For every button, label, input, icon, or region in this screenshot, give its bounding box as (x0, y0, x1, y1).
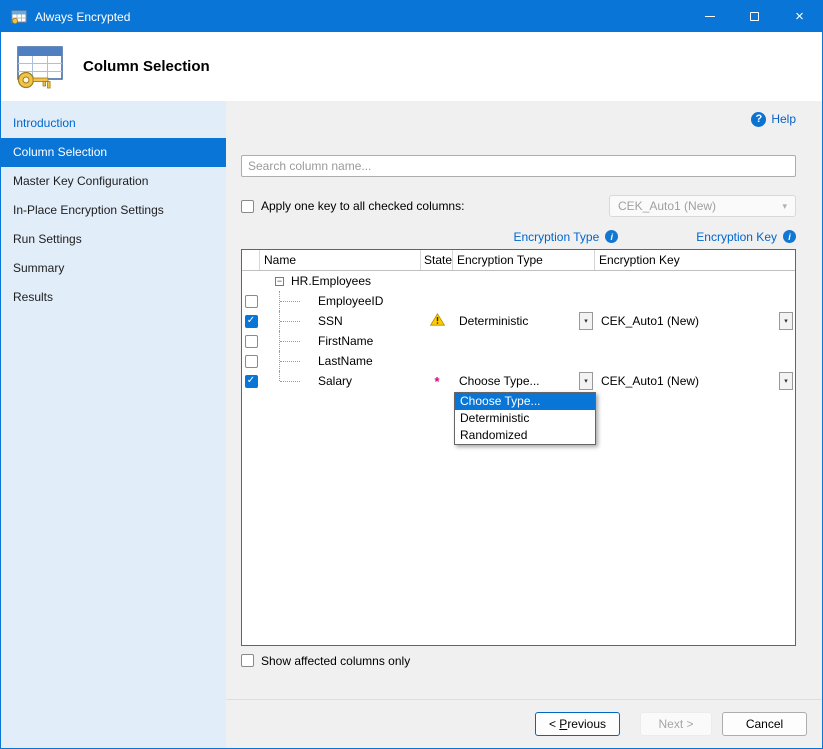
sidebar-item-summary[interactable]: Summary (1, 254, 226, 283)
titlebar: Always Encrypted × (1, 1, 822, 32)
window-controls: × (687, 1, 822, 32)
tree-connector (260, 331, 304, 351)
next-button: Next > (640, 712, 712, 736)
column-selection-panel: ? Help Apply one key to all checked colu… (226, 101, 822, 699)
tree-connector (260, 371, 304, 391)
row-checkbox[interactable] (245, 335, 258, 348)
page-title: Column Selection (83, 58, 210, 75)
minimize-button[interactable] (687, 1, 732, 32)
dropdown-option-randomized[interactable]: Randomized (455, 427, 595, 444)
apply-one-key-checkbox[interactable] (241, 200, 254, 213)
collapse-expander-icon[interactable]: − (275, 277, 284, 286)
grid-header-encryption-type: Encryption Type (453, 250, 595, 270)
table-row-ssn: SSN Deterministic (242, 311, 795, 331)
cek-key-dropdown: CEK_Auto1 (New) ▾ (609, 195, 796, 217)
encryption-type-value: Choose Type... (453, 374, 540, 388)
encryption-key-link[interactable]: Encryption Key (696, 230, 777, 244)
window-title: Always Encrypted (35, 10, 130, 24)
sidebar-item-results[interactable]: Results (1, 283, 226, 312)
grid-header-state: State (421, 250, 453, 270)
grid-header-name: Name (260, 250, 421, 270)
apply-one-key-label: Apply one key to all checked columns: (261, 199, 464, 213)
tree-connector (260, 291, 304, 311)
table-row-employeeid: EmployeeID (242, 291, 795, 311)
maximize-button[interactable] (732, 1, 777, 32)
app-icon (11, 10, 27, 24)
wizard-header: Column Selection (1, 32, 822, 101)
always-encrypted-wizard-window: Always Encrypted × Column Selecti (0, 0, 823, 749)
maximize-icon (750, 12, 759, 21)
encryption-type-dropdown-button[interactable]: ▾ (579, 312, 593, 330)
encryption-key-info-icon[interactable]: i (783, 230, 796, 243)
sidebar-item-master-key-configuration[interactable]: Master Key Configuration (1, 167, 226, 196)
encryption-type-dropdown-list: Choose Type... Deterministic Randomized (454, 392, 596, 445)
encryption-type-value: Deterministic (453, 314, 528, 328)
help-link[interactable]: Help (771, 112, 796, 126)
table-row-salary: Salary * Choose Type... ▾ CEK_Auto1 (New… (242, 371, 795, 391)
minimize-icon (705, 16, 715, 17)
previous-label-rest: revious (567, 717, 606, 731)
close-button[interactable]: × (777, 1, 822, 32)
sidebar-item-introduction[interactable]: Introduction (1, 109, 226, 138)
sidebar-item-run-settings[interactable]: Run Settings (1, 225, 226, 254)
wizard-steps-sidebar: Introduction Column Selection Master Key… (1, 101, 226, 748)
previous-label-prefix: < (549, 717, 559, 731)
warning-icon (430, 313, 445, 329)
column-name: SSN (318, 314, 343, 328)
encryption-key-dropdown-button[interactable]: ▾ (779, 312, 793, 330)
dropdown-option-deterministic[interactable]: Deterministic (455, 410, 595, 427)
grid-header-row: Name State Encryption Type Encryption Ke… (242, 250, 795, 271)
column-name: FirstName (318, 334, 373, 348)
table-group-name: HR.Employees (291, 274, 371, 288)
table-row-lastname: LastName (242, 351, 795, 371)
help-icon: ? (751, 112, 766, 127)
table-row-group: − HR.Employees (242, 271, 795, 291)
columns-grid: Name State Encryption Type Encryption Ke… (241, 249, 796, 646)
row-checkbox[interactable] (245, 375, 258, 388)
table-row-firstname: FirstName (242, 331, 795, 351)
grid-header-encryption-key: Encryption Key (595, 250, 795, 270)
cancel-button[interactable]: Cancel (722, 712, 807, 736)
show-affected-label: Show affected columns only (261, 654, 410, 668)
tree-connector (260, 311, 304, 331)
encryption-type-link[interactable]: Encryption Type (513, 230, 599, 244)
close-icon: × (795, 9, 804, 24)
row-checkbox[interactable] (245, 315, 258, 328)
search-column-input[interactable] (241, 155, 796, 177)
row-checkbox[interactable] (245, 295, 258, 308)
encryption-type-info-icon[interactable]: i (605, 230, 618, 243)
column-name: EmployeeID (318, 294, 383, 308)
chevron-down-icon: ▾ (782, 201, 787, 212)
sidebar-item-in-place-encryption-settings[interactable]: In-Place Encryption Settings (1, 196, 226, 225)
show-affected-checkbox[interactable] (241, 654, 254, 667)
tree-connector (260, 351, 304, 371)
encryption-key-dropdown-button[interactable]: ▾ (779, 372, 793, 390)
sidebar-item-column-selection[interactable]: Column Selection (1, 138, 226, 167)
dropdown-option-choose-type[interactable]: Choose Type... (455, 393, 595, 410)
required-marker: * (434, 374, 439, 389)
previous-button[interactable]: < Previous (535, 712, 620, 736)
encryption-type-dropdown-button[interactable]: ▾ (579, 372, 593, 390)
table-key-icon (13, 44, 65, 90)
encryption-key-value: CEK_Auto1 (New) (595, 374, 699, 388)
cek-key-value: CEK_Auto1 (New) (618, 199, 716, 213)
encryption-key-value: CEK_Auto1 (New) (595, 314, 699, 328)
column-name: Salary (318, 374, 352, 388)
column-name: LastName (318, 354, 373, 368)
row-checkbox[interactable] (245, 355, 258, 368)
wizard-footer: < Previous Next > Cancel (226, 699, 822, 748)
